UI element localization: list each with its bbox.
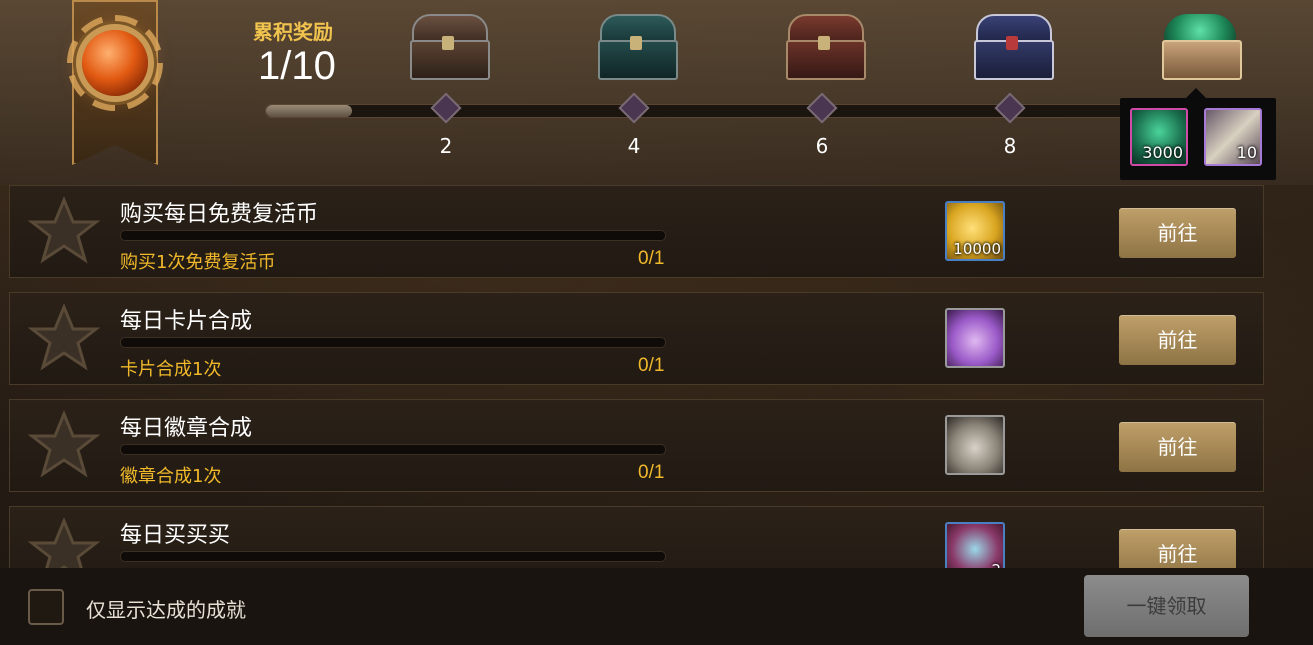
task-row: 购买每日免费复活币 购买1次免费复活币 0/1 10000 前往 xyxy=(9,185,1264,278)
reward-quantity: 10000 xyxy=(953,240,1001,258)
task-title: 每日卡片合成 xyxy=(120,309,253,334)
milestone-label: 8 xyxy=(1003,134,1017,158)
task-description: 徽章合成1次 xyxy=(120,466,222,487)
task-title: 每日买买买 xyxy=(120,523,231,548)
cumulative-reward-label: 累积奖励 xyxy=(253,20,333,44)
goto-button[interactable]: 前往 xyxy=(1119,422,1236,472)
task-progress-bar xyxy=(120,551,666,562)
teal-chest-icon[interactable] xyxy=(596,10,678,80)
milestone-label: 6 xyxy=(815,134,829,158)
task-progress-text: 0/1 xyxy=(638,355,665,376)
purple-teapot-icon xyxy=(945,308,1005,368)
tooltip-item-quantity: 10 xyxy=(1236,143,1257,162)
only-completed-checkbox[interactable] xyxy=(28,589,64,625)
task-progress-bar xyxy=(120,230,666,241)
chest-reward-tooltip: 3000 10 xyxy=(1120,98,1276,180)
star-badge-icon xyxy=(27,410,101,478)
milestone-marker-6 xyxy=(806,92,838,124)
task-progress-text: 0/1 xyxy=(638,462,665,483)
cumulative-reward-count: 1/10 xyxy=(258,44,336,88)
task-row: 每日徽章合成 徽章合成1次 0/1 前往 xyxy=(9,399,1264,492)
task-title: 每日徽章合成 xyxy=(120,416,253,441)
claim-all-button[interactable]: 一键领取 xyxy=(1084,575,1249,637)
task-row: 每日卡片合成 卡片合成1次 0/1 前往 xyxy=(9,292,1264,385)
tooltip-arrow xyxy=(1186,88,1206,98)
emerald-gem-icon: 3000 xyxy=(1130,108,1188,166)
blue-chest-icon[interactable] xyxy=(972,10,1054,80)
task-progress-bar xyxy=(120,337,666,348)
milestone-marker-2 xyxy=(430,92,462,124)
tooltip-item-quantity: 3000 xyxy=(1142,143,1183,162)
star-badge-icon xyxy=(27,196,101,264)
clay-jar-icon xyxy=(945,415,1005,475)
brown-chest-icon[interactable] xyxy=(408,10,490,80)
only-completed-label: 仅显示达成的成就 xyxy=(86,598,246,622)
milestone-label: 2 xyxy=(439,134,453,158)
task-description: 卡片合成1次 xyxy=(120,359,222,380)
cumulative-progress-fill xyxy=(266,105,352,117)
milestone-marker-4 xyxy=(618,92,650,124)
gold-coins-icon: 10000 xyxy=(945,201,1005,261)
task-title: 购买每日免费复活币 xyxy=(120,202,319,227)
star-badge-icon xyxy=(27,303,101,371)
task-description: 购买1次免费复活币 xyxy=(120,252,276,273)
red-chest-icon[interactable] xyxy=(784,10,866,80)
milestone-marker-8 xyxy=(994,92,1026,124)
gem-chest-icon[interactable] xyxy=(1160,10,1242,80)
goto-button[interactable]: 前往 xyxy=(1119,315,1236,365)
task-progress-text: 0/1 xyxy=(638,248,665,269)
milestone-label: 4 xyxy=(627,134,641,158)
cumulative-reward-header: 累积奖励 1/10 2 4 6 8 xyxy=(0,0,1313,185)
goto-button[interactable]: 前往 xyxy=(1119,208,1236,258)
task-progress-bar xyxy=(120,444,666,455)
achievement-emblem-icon xyxy=(30,0,200,175)
ticket-card-icon: 10 xyxy=(1204,108,1262,166)
